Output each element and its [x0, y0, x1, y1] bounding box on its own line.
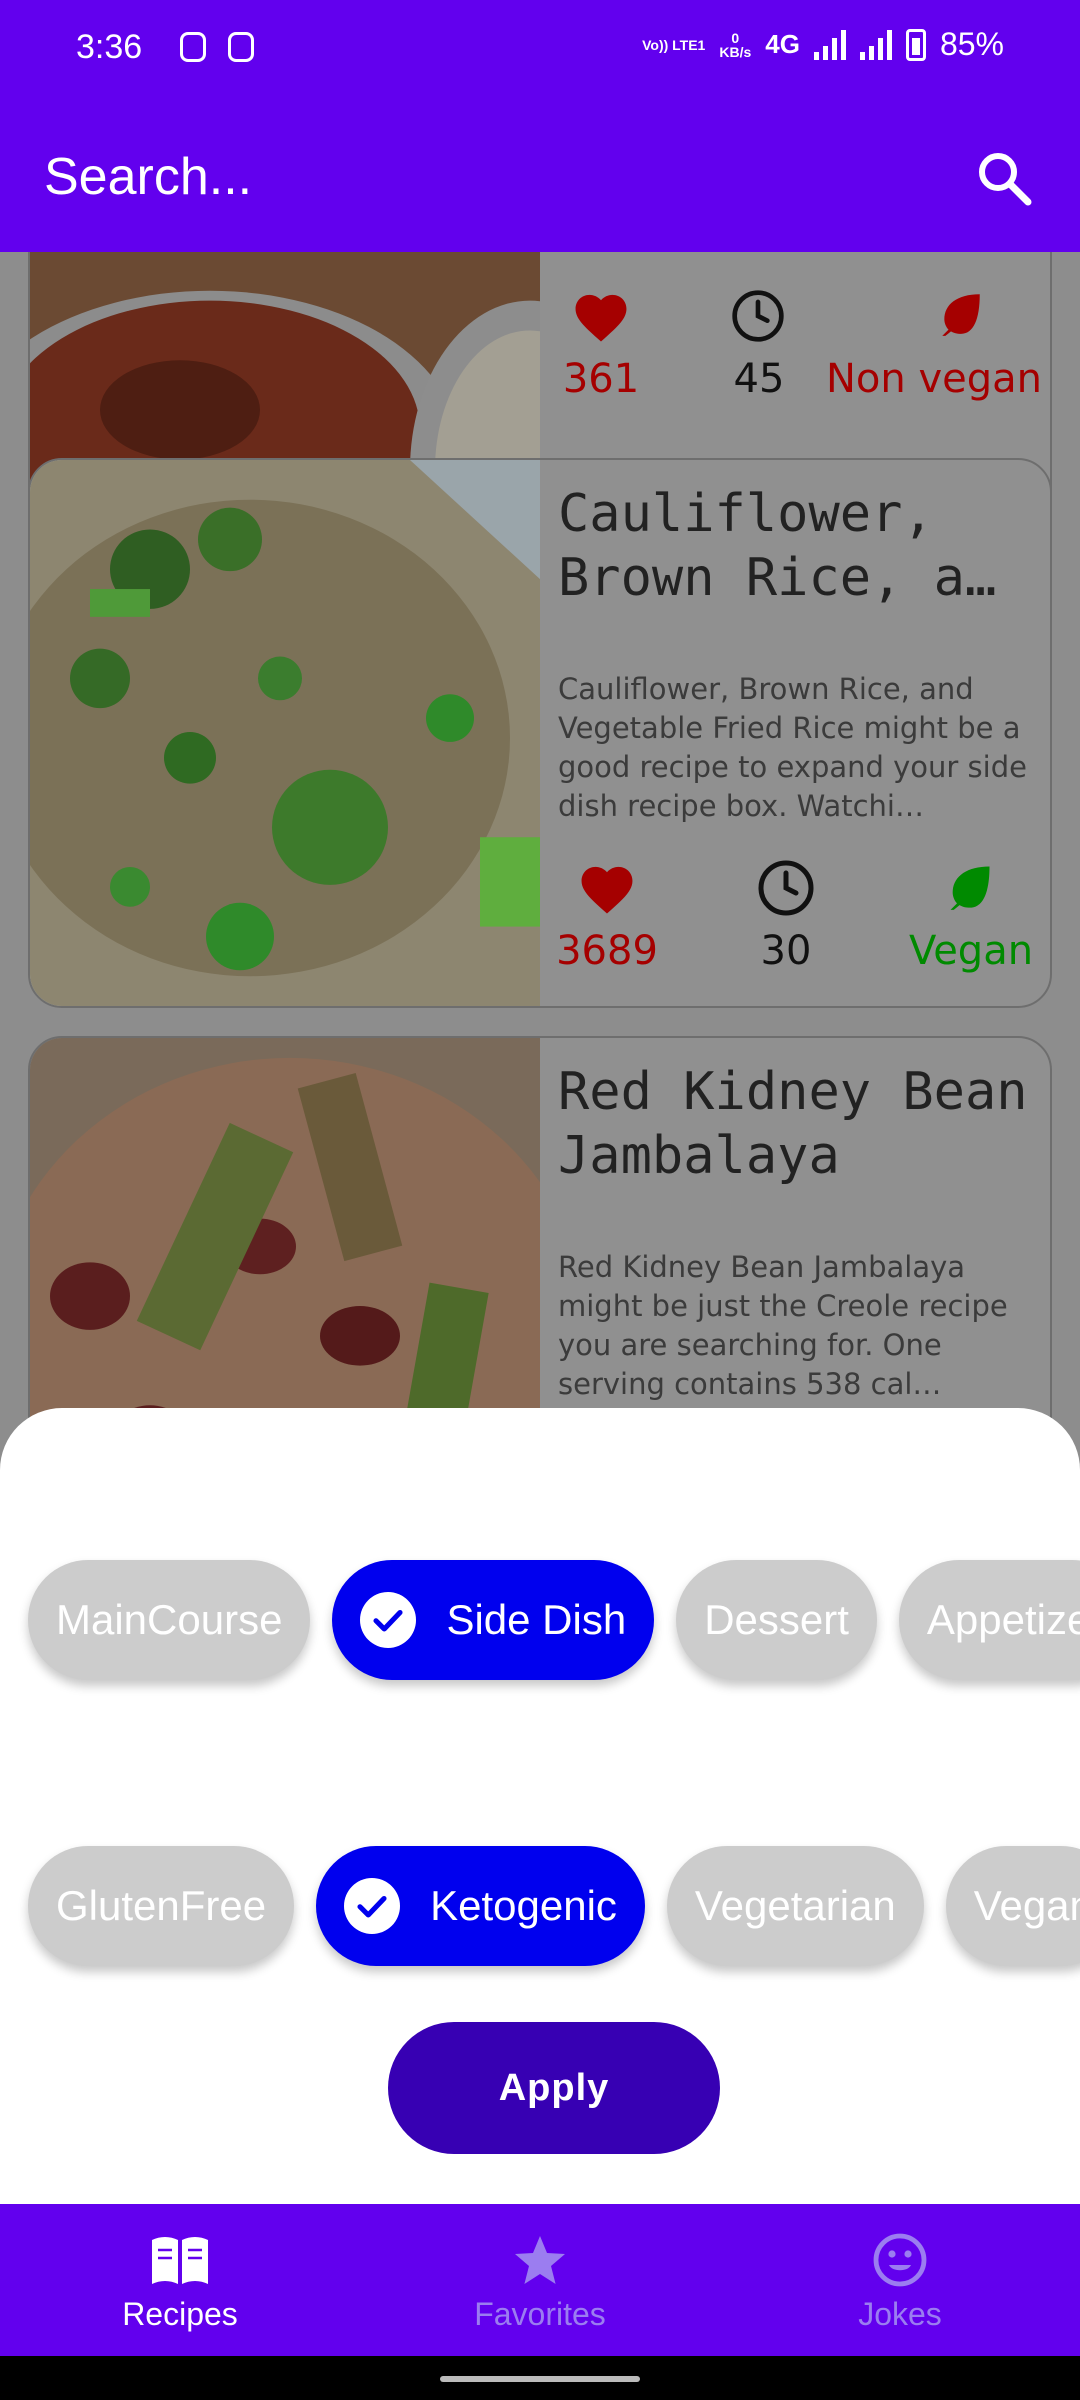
recipe-card[interactable]: Cauliflower, Brown Rice, a… Cauliflower,…: [28, 458, 1052, 1008]
nav-favorites[interactable]: Favorites: [360, 2204, 720, 2356]
chip-dessert[interactable]: Dessert: [676, 1560, 877, 1680]
star-icon: [515, 2236, 565, 2284]
chip-appetizer[interactable]: Appetizer: [898, 1560, 1080, 1680]
filter-bottom-sheet: MainCourse Side Dish Dessert Appetizer G…: [0, 1408, 1080, 2204]
signal-icon: [859, 29, 892, 60]
nav-label: Jokes: [858, 2296, 942, 2332]
chip-main-course[interactable]: MainCourse: [28, 1560, 311, 1680]
bottom-navigation: Recipes Favorites Jokes: [0, 2204, 1080, 2356]
recipe-title: Cauliflower, Brown Rice, a…: [558, 484, 997, 608]
chip-gluten-free[interactable]: GlutenFree: [28, 1846, 295, 1966]
nav-label: Recipes: [122, 2296, 238, 2332]
heart-icon: [581, 866, 633, 914]
cook-time: 30: [760, 928, 812, 974]
smiley-icon: [873, 2233, 927, 2287]
status-indicators: Vo)) LTE1 0 KB/s 4G 85%: [642, 26, 1004, 63]
home-gesture-handle[interactable]: [440, 2376, 640, 2382]
check-icon: [344, 1878, 401, 1934]
chip-vegetarian[interactable]: Vegetarian: [666, 1846, 924, 1966]
chip-ketogenic[interactable]: Ketogenic: [316, 1846, 645, 1966]
status-time: 3:36: [76, 28, 143, 66]
book-icon: [152, 2237, 208, 2284]
diet-type-chip-group: GlutenFree Ketogenic Vegetarian Vegan: [28, 1846, 1080, 1970]
chip-side-dish[interactable]: Side Dish: [332, 1560, 655, 1680]
nav-jokes[interactable]: Jokes: [720, 2204, 1080, 2356]
recipe-description: Red Kidney Bean Jambalaya might be just …: [558, 1250, 1008, 1401]
meal-type-chip-group: MainCourse Side Dish Dessert Appetizer: [28, 1560, 1080, 1684]
check-icon: [360, 1592, 417, 1648]
recipe-description: Cauliflower, Brown Rice, and Vegetable F…: [558, 672, 1027, 823]
status-bar: 3:36 Vo)) LTE1 0 KB/s 4G 85%: [0, 0, 1080, 100]
network-speed: 0 KB/s: [719, 29, 752, 60]
apply-button[interactable]: Apply: [388, 2022, 720, 2154]
clock-icon: [758, 860, 814, 916]
leaf-icon: [950, 866, 990, 910]
cook-time: 45: [733, 356, 785, 402]
diet-label: Vegan: [908, 928, 1034, 974]
clock-icon: [732, 290, 784, 342]
likes-count: 3689: [556, 928, 658, 974]
volte-indicator: Vo)) LTE1: [642, 36, 706, 53]
app-bar: [0, 100, 1080, 252]
heart-icon: [575, 294, 627, 342]
network-type: 4G: [765, 29, 800, 59]
likes-count: 361: [562, 356, 640, 402]
recipe-image: [30, 460, 540, 1006]
search-icon[interactable]: [974, 148, 1034, 208]
signal-icon: [813, 29, 846, 60]
battery-icon: [905, 28, 926, 61]
system-navigation-bar: [0, 2356, 1080, 2400]
notification-icon: [180, 32, 206, 62]
notification-icon: [228, 32, 254, 62]
leaf-icon: [942, 294, 980, 336]
search-input[interactable]: [44, 142, 924, 212]
nav-recipes[interactable]: Recipes: [0, 2204, 360, 2356]
recipe-info: Cauliflower, Brown Rice, a… Cauliflower,…: [540, 460, 1050, 1006]
battery-percent: 85%: [939, 26, 1004, 62]
nav-label: Favorites: [474, 2296, 606, 2332]
recipe-title: Red Kidney Bean Jambalaya: [558, 1062, 1028, 1186]
chip-vegan[interactable]: Vegan: [945, 1846, 1080, 1966]
diet-label: Non vegan: [826, 356, 1042, 402]
